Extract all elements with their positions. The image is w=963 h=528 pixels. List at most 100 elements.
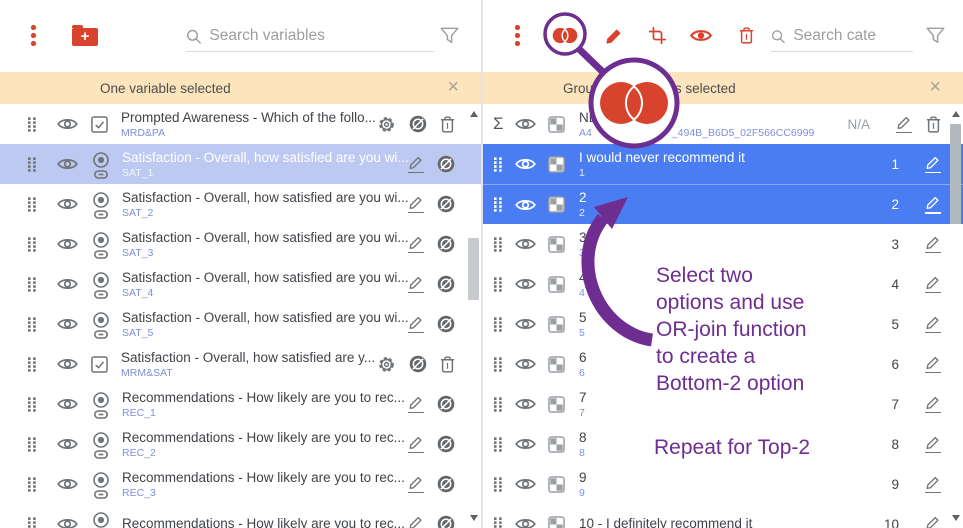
drag-handle-icon[interactable] <box>27 317 37 332</box>
close-icon[interactable]: × <box>929 77 941 97</box>
drag-handle-icon[interactable] <box>493 517 503 528</box>
edit-icon[interactable] <box>925 275 941 294</box>
drag-handle-icon[interactable] <box>27 437 37 452</box>
drag-handle-icon[interactable] <box>493 277 503 292</box>
category-type-icon[interactable] <box>548 356 565 373</box>
visibility-icon[interactable] <box>515 437 536 451</box>
radio-linked-variable-icon[interactable] <box>91 192 111 219</box>
visibility-icon[interactable] <box>57 477 78 491</box>
drag-handle-icon[interactable] <box>493 317 503 332</box>
radio-linked-variable-icon[interactable] <box>91 272 111 299</box>
delete-icon[interactable] <box>440 356 455 373</box>
edit-icon[interactable] <box>896 115 912 134</box>
exclude-values-icon[interactable] <box>437 475 455 493</box>
exclude-values-icon[interactable] <box>437 155 455 173</box>
drag-handle-icon[interactable] <box>493 357 503 372</box>
or-join-icon[interactable] <box>552 27 578 44</box>
category-type-icon[interactable] <box>548 236 565 253</box>
category-type-icon[interactable] <box>548 276 565 293</box>
category-row[interactable]: 9 9 9 <box>483 464 963 504</box>
visibility-icon[interactable] <box>515 237 536 251</box>
category-row[interactable]: I would never recommend it 1 1 <box>483 144 963 184</box>
visibility-icon[interactable] <box>515 317 536 331</box>
search-variables-input[interactable] <box>209 27 434 45</box>
category-row[interactable]: 4 4 4 <box>483 264 963 304</box>
visibility-icon[interactable] <box>515 277 536 291</box>
drag-handle-icon[interactable] <box>27 157 37 172</box>
category-type-icon[interactable] <box>548 116 565 133</box>
edit-icon[interactable] <box>925 435 941 454</box>
drag-handle-icon[interactable] <box>493 197 503 212</box>
exclude-values-icon[interactable] <box>409 115 427 133</box>
visibility-icon[interactable] <box>57 397 78 411</box>
settings-icon[interactable] <box>377 115 396 134</box>
category-row[interactable]: Σ NET A4 _494B_B6D5_02F566CC6999 N/A <box>483 104 963 144</box>
category-row[interactable]: 5 5 5 <box>483 304 963 344</box>
exclude-values-icon[interactable] <box>409 355 427 373</box>
drag-handle-icon[interactable] <box>493 237 503 252</box>
variable-row[interactable]: Satisfaction - Overall, how satisfied ar… <box>0 264 481 304</box>
visibility-icon[interactable] <box>515 397 536 411</box>
exclude-values-icon[interactable] <box>437 435 455 453</box>
delete-icon[interactable] <box>739 27 754 44</box>
visibility-icon[interactable] <box>515 357 536 371</box>
edit-icon[interactable] <box>408 475 424 494</box>
visibility-icon[interactable] <box>57 197 78 211</box>
drag-handle-icon[interactable] <box>27 397 37 412</box>
category-row[interactable]: 8 8 8 <box>483 424 963 464</box>
visibility-icon[interactable] <box>515 157 536 171</box>
add-folder-button[interactable] <box>72 28 98 46</box>
drag-handle-icon[interactable] <box>493 397 503 412</box>
visibility-icon[interactable] <box>57 157 78 171</box>
visibility-icon[interactable] <box>690 28 712 43</box>
drag-handle-icon[interactable] <box>27 357 37 372</box>
radio-linked-variable-icon[interactable] <box>91 232 111 259</box>
radio-linked-variable-icon[interactable] <box>91 392 111 419</box>
visibility-icon[interactable] <box>57 317 78 331</box>
category-type-icon[interactable] <box>548 476 565 493</box>
overflow-menu-icon[interactable] <box>515 25 520 46</box>
category-row[interactable]: 2 2 2 <box>483 184 963 224</box>
edit-icon[interactable] <box>408 195 424 214</box>
delete-icon[interactable] <box>440 116 455 133</box>
edit-icon[interactable] <box>925 315 941 334</box>
edit-icon[interactable] <box>925 155 941 174</box>
edit-icon[interactable] <box>925 355 941 374</box>
edit-icon[interactable] <box>925 515 941 528</box>
checkbox-variable-icon[interactable] <box>91 116 108 133</box>
drag-handle-icon[interactable] <box>27 477 37 492</box>
drag-handle-icon[interactable] <box>27 237 37 252</box>
filter-icon[interactable] <box>440 27 459 44</box>
scroll-up-arrow-icon[interactable] <box>952 111 960 117</box>
variable-row[interactable]: Satisfaction - Overall, how satisfied ar… <box>0 184 481 224</box>
crop-icon[interactable] <box>649 27 666 44</box>
edit-icon[interactable] <box>408 275 424 294</box>
variable-row[interactable]: Prompted Awareness - Which of the follo.… <box>0 104 481 144</box>
edit-icon[interactable] <box>925 475 941 494</box>
settings-icon[interactable] <box>377 355 396 374</box>
visibility-icon[interactable] <box>515 517 536 528</box>
scrollbar-thumb[interactable] <box>950 124 961 224</box>
visibility-icon[interactable] <box>57 357 78 371</box>
exclude-values-icon[interactable] <box>437 315 455 333</box>
radio-linked-variable-icon[interactable] <box>91 312 111 339</box>
visibility-icon[interactable] <box>57 437 78 451</box>
exclude-values-icon[interactable] <box>437 515 455 528</box>
radio-linked-variable-icon[interactable] <box>91 152 111 179</box>
exclude-values-icon[interactable] <box>437 235 455 253</box>
edit-icon[interactable] <box>408 515 424 528</box>
visibility-icon[interactable] <box>515 117 536 131</box>
variable-row[interactable]: Recommendations - How likely are you to … <box>0 464 481 504</box>
drag-handle-icon[interactable] <box>27 517 37 528</box>
category-type-icon[interactable] <box>548 516 565 528</box>
scrollbar-thumb[interactable] <box>468 238 479 300</box>
visibility-icon[interactable] <box>57 237 78 251</box>
visibility-icon[interactable] <box>515 198 536 212</box>
category-row[interactable]: 3 3 3 <box>483 224 963 264</box>
search-categories-input[interactable] <box>793 27 913 45</box>
exclude-values-icon[interactable] <box>437 395 455 413</box>
drag-handle-icon[interactable] <box>27 117 37 132</box>
visibility-icon[interactable] <box>57 277 78 291</box>
category-type-icon[interactable] <box>548 436 565 453</box>
category-type-icon[interactable] <box>548 156 565 173</box>
